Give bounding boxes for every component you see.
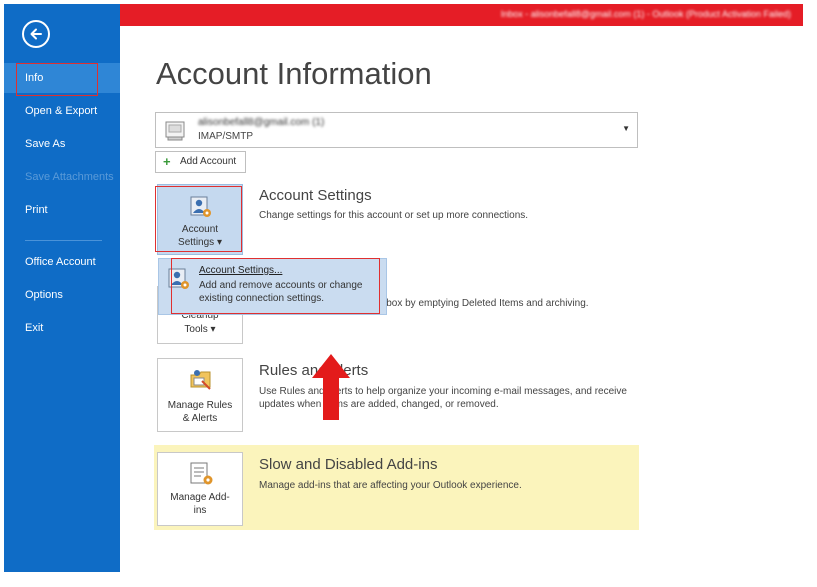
addins-title: Slow and Disabled Add-ins xyxy=(259,456,438,473)
addins-description: Manage add-ins that are affecting your O… xyxy=(259,480,522,491)
plus-icon: + xyxy=(163,154,171,169)
backstage-sidebar: Info Open & Export Save As Save Attachme… xyxy=(4,4,120,572)
annotation-highlight-info xyxy=(16,63,98,96)
nav-divider xyxy=(25,240,102,241)
nav-open-export[interactable]: Open & Export xyxy=(4,96,120,126)
back-arrow-icon xyxy=(30,28,42,40)
page-title: Account Information xyxy=(156,56,432,91)
nav-save-attachments: Save Attachments xyxy=(25,171,114,183)
annotation-highlight-menu-item xyxy=(171,258,380,314)
cleanup-tools-label-2: Tools ▾ xyxy=(184,324,216,335)
account-type: IMAP/SMTP xyxy=(198,131,254,142)
add-account-button[interactable]: + Add Account xyxy=(155,151,246,173)
manage-addins-label-1: Manage Add- xyxy=(170,492,230,503)
account-settings-title: Account Settings xyxy=(259,187,372,204)
nav-office-account[interactable]: Office Account xyxy=(4,247,120,277)
account-email: alisonbefall8@gmail.com (1) xyxy=(198,117,325,128)
manage-addins-label-2: ins xyxy=(193,505,207,516)
add-account-label: Add Account xyxy=(180,156,237,167)
mailbox-icon xyxy=(165,121,185,141)
rules-alerts-description-2: updates when items are added, changed, o… xyxy=(259,399,499,410)
chevron-down-icon: ▼ xyxy=(622,124,630,133)
nav-options[interactable]: Options xyxy=(4,280,120,310)
nav-print[interactable]: Print xyxy=(4,195,120,225)
addins-icon xyxy=(190,462,213,485)
manage-rules-button[interactable]: Manage Rules & Alerts xyxy=(157,358,243,432)
window-title: Inbox - alisonbefall8@gmail.com (1) - Ou… xyxy=(500,9,791,19)
back-button[interactable] xyxy=(22,20,50,48)
nav-exit[interactable]: Exit xyxy=(4,313,120,343)
nav-save-as[interactable]: Save As xyxy=(4,129,120,159)
annotation-arrow-icon xyxy=(312,354,350,420)
annotation-highlight-account-settings xyxy=(155,186,242,252)
manage-rules-label-1: Manage Rules xyxy=(167,400,233,411)
cleanup-description: lbox by emptying Deleted Items and archi… xyxy=(384,298,589,309)
title-bar: Inbox - alisonbefall8@gmail.com (1) - Ou… xyxy=(120,4,803,26)
manage-addins-button[interactable]: Manage Add- ins xyxy=(157,452,243,526)
manage-rules-label-2: & Alerts xyxy=(182,413,218,424)
rules-alerts-icon xyxy=(190,370,211,390)
account-selector[interactable]: alisonbefall8@gmail.com (1) IMAP/SMTP ▼ xyxy=(155,112,638,148)
account-settings-description: Change settings for this account or set … xyxy=(259,210,529,221)
